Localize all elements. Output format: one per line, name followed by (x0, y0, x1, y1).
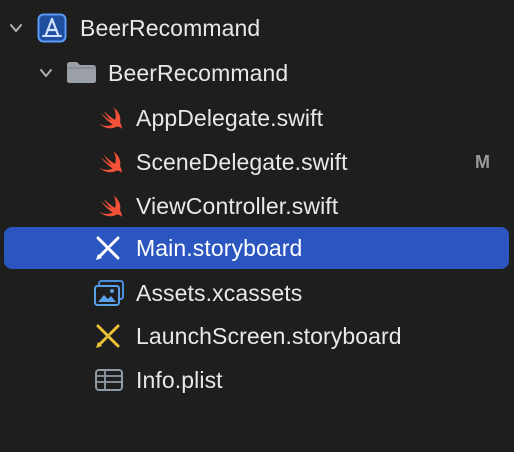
file-name: ViewController.swift (136, 193, 339, 219)
project-navigator: BeerRecommand BeerRecommand AppDelegate.… (0, 0, 514, 452)
file-row-scenedelegate[interactable]: SceneDelegate.swift M (0, 140, 514, 184)
modified-badge: M (475, 152, 490, 172)
file-name: AppDelegate.swift (136, 105, 324, 131)
project-name: BeerRecommand (80, 15, 261, 41)
group-name: BeerRecommand (108, 60, 289, 86)
file-row-launchscreen[interactable]: LaunchScreen.storyboard (0, 314, 514, 358)
file-name: LaunchScreen.storyboard (136, 323, 402, 349)
chevron-down-icon[interactable] (8, 20, 24, 36)
storyboard-icon (96, 236, 120, 260)
file-name: Assets.xcassets (136, 280, 303, 306)
file-row-appdelegate[interactable]: AppDelegate.swift (0, 96, 514, 140)
swift-icon (99, 151, 122, 173)
swift-icon (99, 195, 122, 217)
swift-icon (99, 107, 122, 129)
xcode-project-icon (37, 13, 67, 43)
file-name: SceneDelegate.swift (136, 149, 348, 175)
chevron-down-icon[interactable] (38, 65, 54, 81)
plist-icon (95, 369, 123, 391)
folder-icon (67, 62, 96, 83)
file-row-assets[interactable]: Assets.xcassets (0, 271, 514, 315)
file-row-info-plist[interactable]: Info.plist (0, 358, 514, 402)
file-row-main-storyboard[interactable]: Main.storyboard (0, 226, 514, 270)
group-row[interactable]: BeerRecommand (0, 51, 514, 95)
file-name: Info.plist (136, 367, 223, 393)
asset-catalog-icon (94, 280, 124, 306)
project-row[interactable]: BeerRecommand (0, 6, 514, 50)
file-name: Main.storyboard (136, 235, 303, 261)
storyboard-icon (96, 324, 120, 348)
file-row-viewcontroller[interactable]: ViewController.swift (0, 184, 514, 228)
